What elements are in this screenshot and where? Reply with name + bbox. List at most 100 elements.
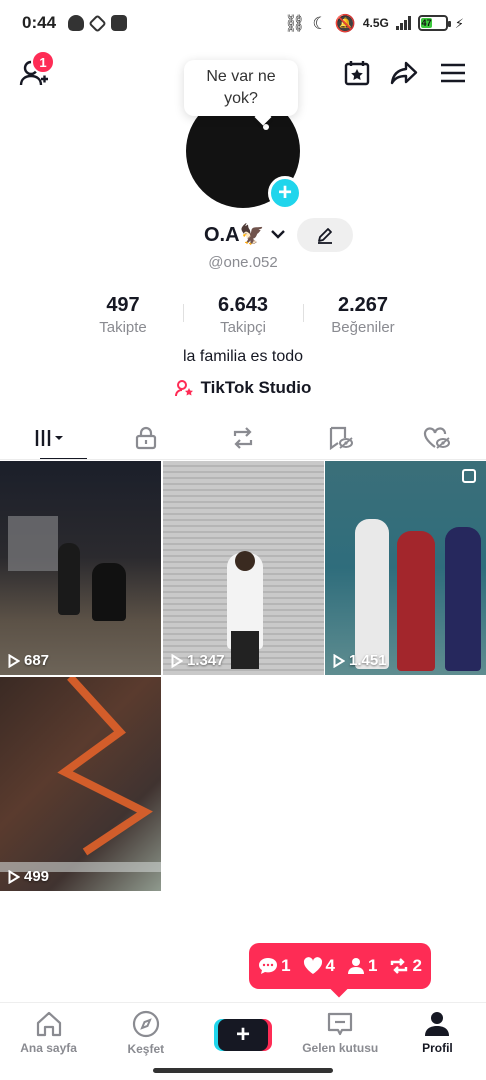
status-bubble-text: Ne var ne yok? [206,68,276,107]
snapchat-icon [68,15,85,31]
content-tabs [0,416,486,460]
following-count: 497 [106,294,140,316]
app-square-icon [111,15,128,31]
profile-handle: @one.052 [208,254,278,271]
profile-icon [425,1011,450,1036]
profile-stats: 497 Takipte 6.643 Takipçi 2.267 Beğenile… [0,294,486,338]
status-bar: 0:44 ⛓ ☾ 🔕 4.5G 47 ⚡ [0,0,486,46]
activity-notification[interactable]: 1 4 1 2 [249,943,431,989]
link-icon: ⛓ [283,13,306,33]
nav-inbox[interactable]: Gelen kutusu [292,1003,389,1062]
nav-discover-label: Keşfet [127,1041,165,1056]
thumbnail-person [58,543,80,615]
comment-icon [259,958,278,974]
nav-home-label: Ana sayfa [20,1040,77,1055]
tiktok-studio-link[interactable]: TikTok Studio [0,378,486,398]
calendar-star-icon [344,61,370,86]
calendar-button[interactable] [342,58,372,88]
multi-photo-icon [462,469,476,483]
bookmark-hidden-icon [330,426,354,450]
network-label: 4.5G [362,16,389,30]
play-icon [8,869,21,884]
add-story-button[interactable]: + [268,176,302,210]
followers-notification: 1 [347,956,377,976]
nav-create[interactable]: + [194,1003,291,1062]
view-count-value: 499 [24,868,50,885]
view-count: 499 [8,868,49,885]
status-bubble[interactable]: Ne var ne yok? [184,60,298,116]
view-count: 687 [8,652,49,669]
thumbnail-head [235,551,255,571]
following-label: Takipte [99,319,147,336]
plus-icon: + [277,179,292,206]
followers-label: Takipçi [220,319,266,336]
tab-private[interactable] [97,416,194,460]
tab-favorites[interactable] [292,416,389,460]
heart-hidden-icon [424,427,451,449]
view-count-value: 1.347 [187,652,225,669]
moon-icon: ☾ [312,13,328,33]
thumbnail-person [355,519,389,669]
repost-icon [233,427,253,449]
share-button[interactable] [389,58,419,88]
chevron-down-icon [270,226,286,244]
menu-button[interactable] [439,60,467,86]
view-count-value: 1.451 [349,652,387,669]
nav-profile-label: Profil [422,1040,453,1055]
account-switcher[interactable]: O.A🦅 [204,222,286,247]
heart-icon [303,957,322,974]
profile-bio: la familia es todo [182,348,304,365]
nav-home[interactable]: Ana sayfa [0,1003,97,1062]
home-indicator[interactable] [153,1068,333,1073]
following-stat[interactable]: 497 Takipte [63,294,183,336]
nav-discover[interactable]: Keşfet [97,1003,194,1062]
creator-star-icon [174,380,193,397]
play-icon [333,653,346,668]
video-thumbnail[interactable]: 499 [0,677,161,891]
profile-name: O.A🦅 [204,224,265,246]
view-count-value: 687 [24,652,50,669]
likes-notification-count: 4 [325,956,335,975]
reposts-count: 2 [412,956,422,975]
create-plus-icon: + [235,1020,250,1048]
edit-profile-button[interactable] [297,218,353,252]
tab-liked[interactable] [389,416,486,460]
followers-notification-count: 1 [368,956,378,975]
pencil-icon [318,228,332,244]
play-icon [8,653,21,668]
video-thumbnail[interactable]: 1.451 [325,461,486,675]
reposts-notification: 2 [389,956,422,976]
videos-grid-icon [35,430,63,446]
thumbnail-lamp-pattern [0,677,161,872]
likes-stat[interactable]: 2.267 Beğeniler [303,294,423,336]
followers-stat[interactable]: 6.643 Takipçi [183,294,303,336]
hamburger-menu-icon [441,63,465,83]
mute-icon: 🔕 [334,13,356,33]
comments-count: 1 [281,956,291,975]
battery-level: 47 [420,18,433,28]
likes-count: 2.267 [337,294,389,316]
person-icon [348,958,364,974]
likes-notification: 4 [303,956,335,976]
thumbnail-legs [231,631,259,669]
friend-request-badge: 1 [31,50,55,74]
charging-icon: ⚡ [454,15,464,31]
video-thumbnail[interactable]: 687 [0,461,161,675]
bottom-navigation: Ana sayfa Keşfet + Gelen kutusu Profil [0,1002,486,1062]
lock-icon [135,426,156,450]
video-thumbnail[interactable]: 1.347 [163,461,324,675]
view-count: 1.451 [333,652,387,669]
nav-inbox-label: Gelen kutusu [302,1040,379,1055]
status-indicators: ⛓ ☾ 🔕 4.5G 47 ⚡ [284,15,464,32]
bubble-tail-dot [263,124,269,130]
thumbnail-person [397,531,435,671]
tab-videos[interactable] [0,416,97,460]
status-time: 0:44 [22,13,57,32]
nav-profile[interactable]: Profil [389,1003,486,1062]
followers-count: 6.643 [217,294,269,316]
create-button[interactable]: + [214,1018,272,1051]
thumbnail-building [8,516,58,571]
home-icon [36,1011,61,1036]
tab-reposts[interactable] [194,416,291,460]
thumbnail-person [92,563,126,621]
